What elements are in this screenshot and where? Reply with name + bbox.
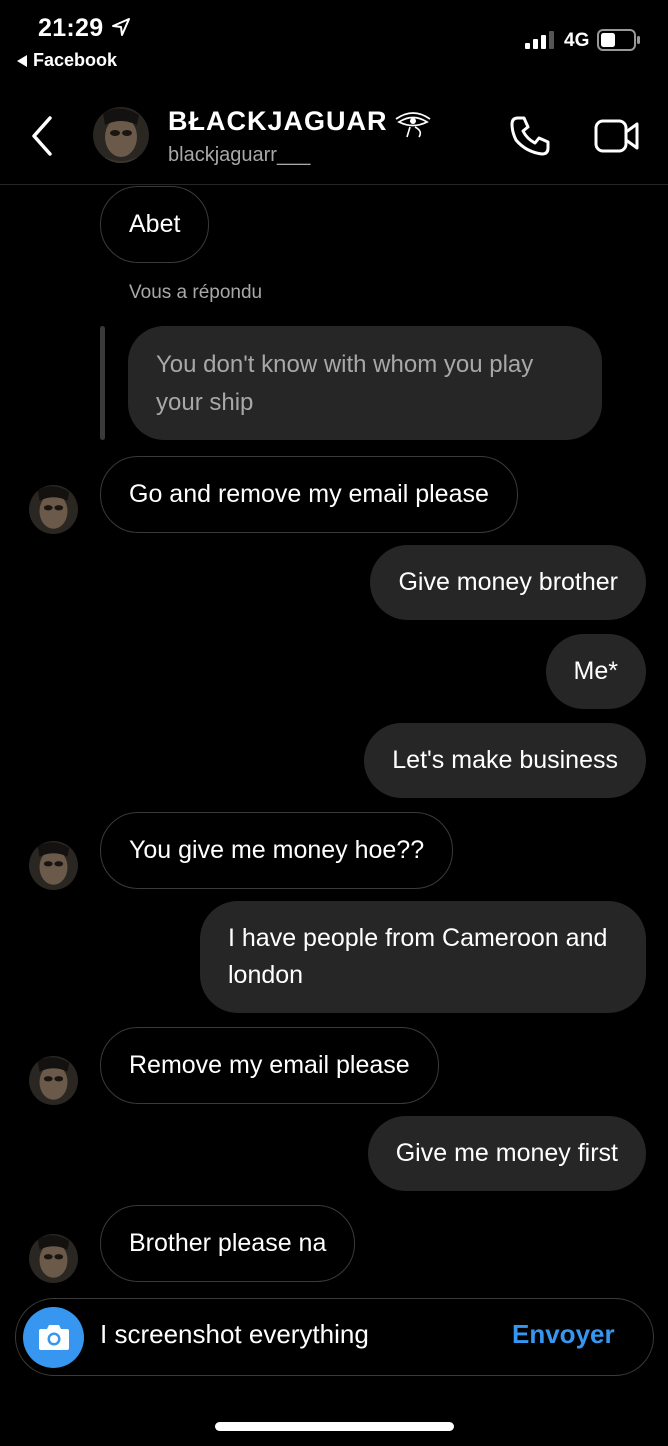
back-triangle-icon <box>17 54 27 67</box>
avatar-image <box>29 841 78 890</box>
reply-label: Vous a répondu <box>129 282 263 303</box>
send-button[interactable]: Envoyer <box>512 1319 615 1350</box>
network-type: 4G <box>564 30 590 51</box>
message-input[interactable]: I screenshot everything <box>100 1319 480 1350</box>
message-outgoing[interactable]: Let's make business <box>364 723 646 798</box>
message-incoming[interactable]: Go and remove my email please <box>100 456 518 533</box>
back-to-app-link[interactable]: Facebook <box>17 50 117 71</box>
contact-display-name[interactable]: BŁACKJAGUAR <box>168 106 388 137</box>
avatar-image <box>29 1234 78 1283</box>
eye-of-horus-icon <box>395 112 431 138</box>
contact-username: blackjaguarr___ <box>168 144 311 166</box>
back-chevron-icon[interactable] <box>26 114 58 158</box>
message-outgoing[interactable]: Give me money first <box>367 1116 646 1191</box>
home-indicator[interactable] <box>215 1422 454 1431</box>
sender-avatar[interactable] <box>29 1234 78 1283</box>
cellular-signal-icon <box>525 31 554 49</box>
message-outgoing[interactable]: I have people from Cameroon and london <box>200 901 646 1013</box>
camera-button[interactable] <box>23 1307 84 1368</box>
message-incoming[interactable]: Remove my email please <box>100 1027 439 1104</box>
sender-avatar[interactable] <box>29 841 78 890</box>
message-incoming[interactable]: Brother please na <box>100 1205 356 1282</box>
sender-avatar[interactable] <box>29 485 78 534</box>
avatar-image <box>93 107 149 163</box>
video-call-icon[interactable] <box>594 117 640 155</box>
sender-avatar[interactable] <box>29 1056 78 1105</box>
reply-bar <box>100 326 105 440</box>
battery-icon <box>597 29 640 51</box>
avatar-image <box>29 485 78 534</box>
message-outgoing[interactable]: Give money brother <box>370 545 646 620</box>
message-incoming[interactable]: You give me money hoe?? <box>100 812 454 889</box>
message-outgoing[interactable]: Me* <box>545 634 646 709</box>
contact-avatar[interactable] <box>93 107 149 163</box>
location-arrow-icon <box>112 18 130 36</box>
chat-header: BŁACKJAGUAR blackjaguarr___ <box>0 90 668 185</box>
message-composer: I screenshot everything Envoyer <box>15 1298 654 1376</box>
back-app-label: Facebook <box>33 50 118 70</box>
message-incoming[interactable]: Abet <box>100 186 210 263</box>
avatar-image <box>29 1056 78 1105</box>
quoted-message[interactable]: You don't know with whom you play your s… <box>128 326 602 440</box>
camera-icon <box>39 1325 69 1350</box>
status-time: 21:29 <box>38 14 104 42</box>
phone-call-icon[interactable] <box>508 114 552 158</box>
